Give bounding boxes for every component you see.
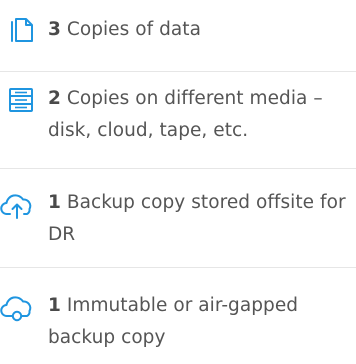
cloud-upload-icon — [0, 192, 34, 222]
item-count: 3 — [48, 19, 61, 40]
media-storage-icon — [8, 87, 42, 117]
item-count: 2 — [48, 88, 61, 109]
item-text: Copies on different media – disk, cloud,… — [48, 88, 323, 141]
divider — [0, 267, 356, 268]
divider — [0, 71, 356, 72]
divider — [0, 168, 356, 169]
item-text: Backup copy stored offsite for DR — [48, 192, 346, 245]
item-text: Copies of data — [60, 19, 201, 40]
item-count: 1 — [48, 295, 61, 316]
cloud-sync-icon — [0, 294, 34, 324]
copies-icon — [10, 17, 44, 47]
item-count: 1 — [48, 192, 61, 213]
backup-rule-list: 3 Copies of data 2 Copies on different m… — [0, 0, 356, 364]
item-text: Immutable or air-gapped backup copy — [48, 295, 299, 348]
